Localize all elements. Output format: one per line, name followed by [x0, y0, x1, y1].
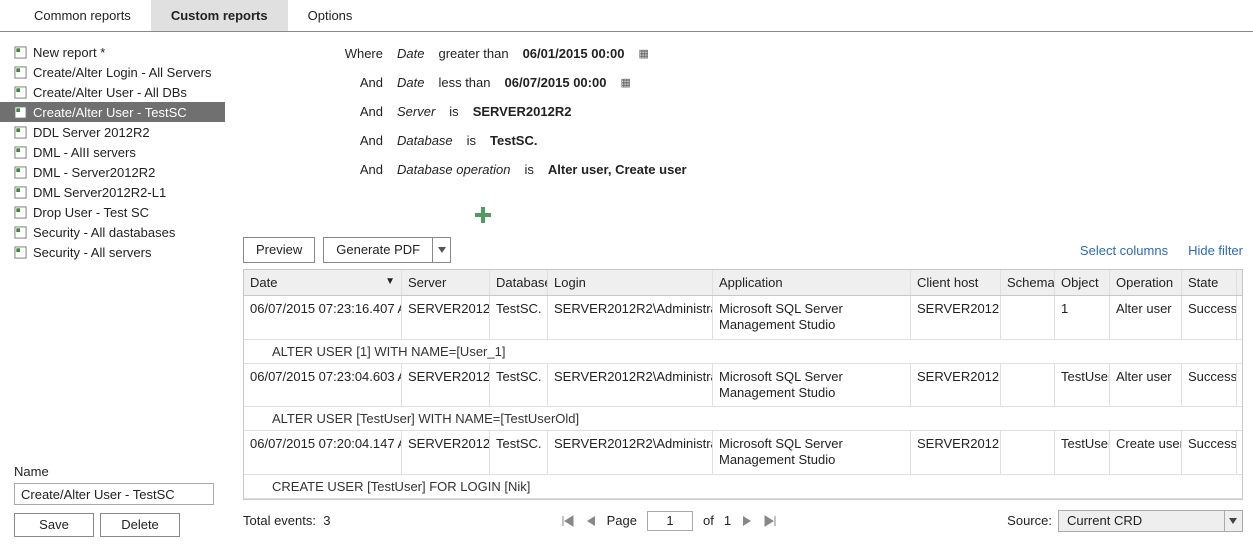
filter-conj: And [343, 104, 383, 119]
report-item-label: DDL Server 2012R2 [33, 125, 150, 140]
row-detail: CREATE USER [TestUser] FOR LOGIN [Nik] [244, 475, 1242, 499]
filter-op[interactable]: is [467, 133, 476, 148]
chevron-down-icon [1224, 511, 1242, 531]
filter-value[interactable]: SERVER2012R2 [473, 104, 572, 119]
pager-next[interactable] [741, 514, 753, 528]
filter-conj: And [343, 75, 383, 90]
delete-button[interactable]: Delete [100, 513, 180, 537]
preview-button[interactable]: Preview [243, 237, 315, 263]
report-item[interactable]: DML - Server2012R2 [0, 162, 225, 182]
generate-pdf-dropdown[interactable] [433, 237, 451, 263]
total-events-value: 3 [323, 513, 330, 528]
report-item[interactable]: Security - All dastabases [0, 222, 225, 242]
report-item-label: DML - AlII servers [33, 145, 136, 160]
page-of-label: of [703, 513, 714, 528]
filter-row: And Database is TestSC. [243, 133, 1243, 148]
col-operation[interactable]: Operation [1110, 270, 1182, 295]
filter-row: And Server is SERVER2012R2 [243, 104, 1243, 119]
filter-field[interactable]: Database [397, 133, 453, 148]
filter-field[interactable]: Date [397, 46, 424, 61]
report-item-label: Create/Alter User - TestSC [33, 105, 187, 120]
report-item[interactable]: DDL Server 2012R2 [0, 122, 225, 142]
page-total: 1 [724, 513, 731, 528]
table-row[interactable]: 06/07/2015 07:23:04.603 AMSERVER2012R2Te… [244, 364, 1242, 408]
row-detail: ALTER USER [1] WITH NAME=[User_1] [244, 340, 1242, 364]
report-item-label: Security - All dastabases [33, 225, 175, 240]
col-object[interactable]: Object [1055, 270, 1110, 295]
report-item[interactable]: DML - AlII servers [0, 142, 225, 162]
filter-row: Where Date greater than 06/01/2015 00:00 ▦ [243, 46, 1243, 61]
report-item[interactable]: New report * [0, 42, 225, 62]
total-events-label: Total events: [243, 513, 316, 528]
col-login[interactable]: Login [548, 270, 713, 295]
filter-op[interactable]: less than [438, 75, 490, 90]
col-date[interactable]: Date▼ [244, 270, 402, 295]
col-database[interactable]: Database [490, 270, 548, 295]
name-label: Name [14, 464, 211, 479]
report-item[interactable]: Create/Alter User - TestSC [0, 102, 225, 122]
tab-options[interactable]: Options [288, 0, 373, 31]
pager-prev[interactable] [585, 514, 597, 528]
report-item[interactable]: DML Server2012R2-L1 [0, 182, 225, 202]
calendar-icon[interactable]: ▦ [620, 76, 630, 89]
filter-conj: Where [343, 46, 383, 61]
report-item[interactable]: Create/Alter User - All DBs [0, 82, 225, 102]
page-input[interactable] [647, 511, 693, 531]
filter-conj: And [343, 162, 383, 177]
generate-pdf-button[interactable]: Generate PDF [323, 237, 433, 263]
filter-op[interactable]: is [449, 104, 458, 119]
results-table: Date▼ Server Database Login Application … [243, 269, 1243, 500]
report-item-label: Create/Alter User - All DBs [33, 85, 187, 100]
tab-custom-reports[interactable]: Custom reports [151, 0, 288, 31]
calendar-icon[interactable]: ▦ [639, 47, 649, 60]
filter-row: And Database operation is Alter user, Creat… [243, 162, 1243, 177]
source-label: Source: [1007, 513, 1052, 528]
tab-common-reports[interactable]: Common reports [14, 0, 151, 31]
report-item-label: Create/Alter Login - All Servers [33, 65, 211, 80]
report-item-label: DML - Server2012R2 [33, 165, 155, 180]
filter-row: And Date less than 06/07/2015 00:00 ▦ [243, 75, 1243, 90]
sidebar: New report * Create/Alter Login - All Ser… [0, 32, 225, 543]
table-row[interactable]: 06/07/2015 07:23:16.407 AMSERVER2012R2Te… [244, 296, 1242, 340]
filter-value[interactable]: TestSC. [490, 133, 537, 148]
filter-field[interactable]: Server [397, 104, 435, 119]
filter-op[interactable]: greater than [438, 46, 508, 61]
col-server[interactable]: Server [402, 270, 490, 295]
filter-field[interactable]: Database operation [397, 162, 510, 177]
add-filter-button[interactable] [243, 205, 1243, 225]
filter-value[interactable]: 06/01/2015 00:00 [523, 46, 625, 61]
filter-op[interactable]: is [524, 162, 533, 177]
report-item[interactable]: Security - All servers [0, 242, 225, 262]
report-item[interactable]: Create/Alter Login - All Servers [0, 62, 225, 82]
report-item-label: Drop User - Test SC [33, 205, 149, 220]
select-columns-link[interactable]: Select columns [1080, 243, 1168, 258]
table-header: Date▼ Server Database Login Application … [244, 270, 1242, 296]
col-client-host[interactable]: Client host [911, 270, 1001, 295]
filter-conj: And [343, 133, 383, 148]
report-item-label: Security - All servers [33, 245, 151, 260]
source-value: Current CRD [1059, 513, 1224, 528]
pager-first[interactable] [561, 514, 575, 528]
filter-field[interactable]: Date [397, 75, 424, 90]
col-state[interactable]: State [1182, 270, 1237, 295]
report-name-input[interactable] [14, 483, 214, 505]
col-schema[interactable]: Schema [1001, 270, 1055, 295]
tab-bar: Common reports Custom reports Options [0, 0, 1253, 32]
report-item[interactable]: Drop User - Test SC [0, 202, 225, 222]
hide-filter-link[interactable]: Hide filter [1188, 243, 1243, 258]
pager-last[interactable] [763, 514, 777, 528]
filter-value[interactable]: Alter user, Create user [548, 162, 687, 177]
row-detail: ALTER USER [TestUser] WITH NAME=[TestUse… [244, 407, 1242, 431]
source-select[interactable]: Current CRD [1058, 510, 1243, 532]
filter-value[interactable]: 06/07/2015 00:00 [505, 75, 607, 90]
table-row[interactable]: 06/07/2015 07:20:04.147 AMSERVER2012R2Te… [244, 431, 1242, 475]
page-label: Page [607, 513, 637, 528]
report-item-label: New report * [33, 45, 105, 60]
col-application[interactable]: Application [713, 270, 911, 295]
report-item-label: DML Server2012R2-L1 [33, 185, 166, 200]
save-button[interactable]: Save [14, 513, 94, 537]
